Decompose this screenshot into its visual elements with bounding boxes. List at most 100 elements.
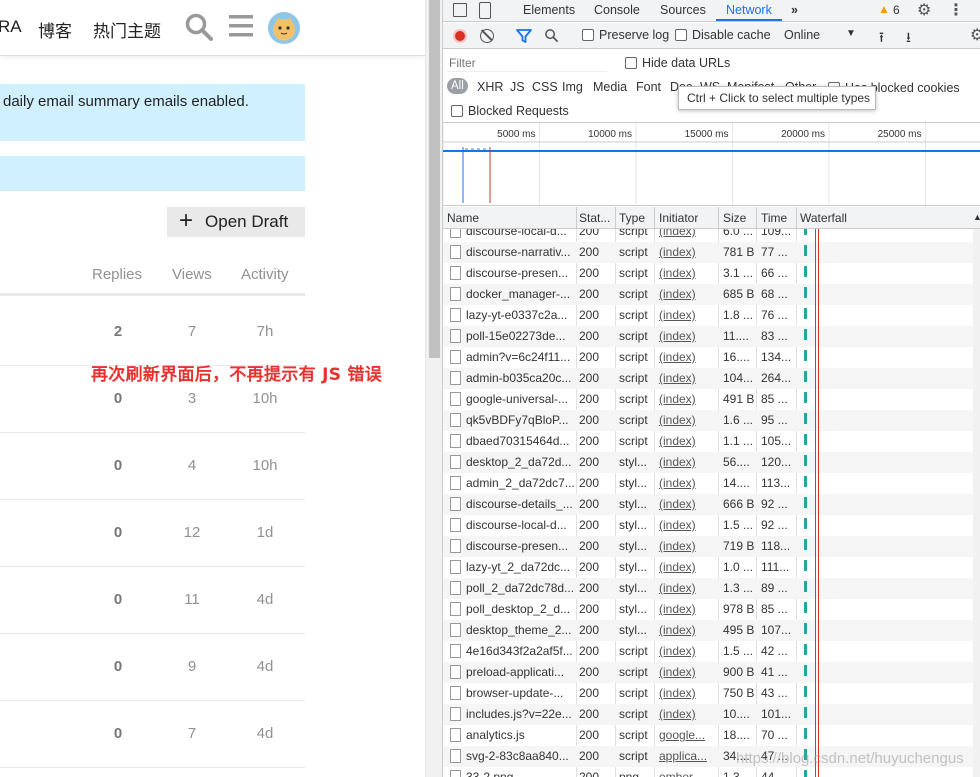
checkbox-box[interactable] (625, 57, 637, 69)
topic-activity-time[interactable]: 4d (245, 725, 285, 742)
more-options-icon[interactable]: ⋮ (948, 0, 964, 20)
request-row[interactable]: lazy-yt_2_da72dc... 200 styl... (index) 1.0 … (443, 557, 980, 578)
request-row[interactable]: 33-2.png 200 png ember 1.3 ... 44 ... (443, 767, 980, 777)
type-filter-media[interactable]: Media (593, 80, 627, 94)
chevron-down-icon[interactable]: ▼ (846, 28, 856, 39)
column-divider[interactable] (718, 207, 719, 229)
request-row[interactable]: desktop_theme_2... 200 styl... (index) 495 B… (443, 620, 980, 641)
request-initiator[interactable]: applica... (659, 749, 717, 763)
request-initiator[interactable]: (index) (659, 581, 717, 595)
request-initiator[interactable]: (index) (659, 287, 717, 301)
request-row[interactable]: admin_2_da72dc7... 200 styl... (index) 14...… (443, 473, 980, 494)
tab-network[interactable]: Network (726, 3, 772, 17)
device-toolbar-icon[interactable] (479, 2, 491, 19)
page-scrollbar[interactable] (425, 0, 442, 777)
request-row[interactable]: discourse-local-d... 200 script (index) 6.0 … (443, 229, 980, 242)
request-row[interactable]: poll_desktop_2_d... 200 styl... (index) 978 … (443, 599, 980, 620)
request-row[interactable]: discourse-narrativ... 200 script (index) 781… (443, 242, 980, 263)
request-row[interactable]: browser-update-... 200 script (index) 750 B 4… (443, 683, 980, 704)
nav-link-hot-topics[interactable]: 热门主题 (93, 17, 161, 42)
checkbox-box[interactable] (582, 29, 594, 41)
export-har-icon[interactable]: ⭳ (906, 27, 911, 51)
topic-activity-time[interactable]: 4d (245, 591, 285, 608)
request-table-scrollbar[interactable] (973, 229, 980, 777)
type-filter-img[interactable]: Img (562, 80, 583, 94)
request-initiator[interactable]: (index) (659, 539, 717, 553)
request-initiator[interactable]: google... (659, 728, 717, 742)
request-initiator[interactable]: (index) (659, 476, 717, 490)
request-initiator[interactable]: (index) (659, 350, 717, 364)
request-row[interactable]: lazy-yt-e0337c2a... 200 script (index) 1.8 .… (443, 305, 980, 326)
request-row[interactable]: discourse-local-d... 200 styl... (index) 1.5… (443, 515, 980, 536)
tab-elements[interactable]: Elements (523, 3, 575, 17)
more-tabs-button[interactable]: » (791, 3, 798, 17)
request-initiator[interactable]: (index) (659, 266, 717, 280)
request-row[interactable]: docker_manager-... 200 script (index) 685 B 6… (443, 284, 980, 305)
request-initiator[interactable]: (index) (659, 308, 717, 322)
column-header-activity[interactable]: Activity (241, 266, 289, 283)
column-divider[interactable] (654, 207, 655, 229)
request-row[interactable]: discourse-presen... 200 styl... (index) 719 … (443, 536, 980, 557)
topic-row[interactable]: 2 7 7h (0, 299, 305, 366)
column-header-replies[interactable]: Replies (92, 266, 142, 283)
column-divider[interactable] (615, 207, 616, 229)
header-type[interactable]: Type (619, 211, 645, 225)
request-row[interactable]: includes.js?v=22e... 200 script (index) 10..… (443, 704, 980, 725)
request-initiator[interactable]: (index) (659, 665, 717, 679)
header-waterfall[interactable]: Waterfall (800, 211, 847, 225)
filter-funnel-icon[interactable] (516, 28, 532, 44)
open-draft-button[interactable]: + Open Draft (167, 207, 305, 237)
request-initiator[interactable]: (index) (659, 707, 717, 721)
settings-gear-icon[interactable]: ⚙ (917, 0, 931, 20)
header-status[interactable]: Stat... (579, 211, 613, 225)
request-initiator[interactable]: (index) (659, 434, 717, 448)
clear-icon[interactable] (480, 29, 494, 43)
request-row[interactable]: discourse-details_... 200 styl... (index) 66… (443, 494, 980, 515)
header-time[interactable]: Time (761, 211, 787, 225)
page-scrollbar-thumb[interactable] (429, 0, 440, 358)
search-icon[interactable] (184, 12, 214, 42)
network-overview-timeline[interactable]: 5000 ms 10000 ms 15000 ms 20000 ms 25000 ms (443, 122, 980, 207)
type-filter-font[interactable]: Font (636, 80, 661, 94)
request-row[interactable]: desktop_2_da72d... 200 styl... (index) 56...… (443, 452, 980, 473)
request-initiator[interactable]: (index) (659, 686, 717, 700)
disable-cache-checkbox[interactable]: Disable cache (675, 28, 771, 42)
request-initiator[interactable]: (index) (659, 371, 717, 385)
column-divider[interactable] (756, 207, 757, 229)
type-filter-all[interactable]: All (447, 78, 468, 94)
topic-activity-time[interactable]: 4d (245, 658, 285, 675)
nav-link-blog[interactable]: 博客 (38, 17, 72, 42)
column-divider[interactable] (796, 207, 797, 229)
topic-row[interactable]: 0 11 4d (0, 567, 305, 634)
request-row[interactable]: analytics.js 200 script google... 18.... 70 .… (443, 725, 980, 746)
type-filter-css[interactable]: CSS (532, 80, 558, 94)
filter-input[interactable] (447, 54, 607, 72)
checkbox-box[interactable] (675, 29, 687, 41)
topic-activity-time[interactable]: 7h (245, 323, 285, 340)
request-row[interactable]: admin-b035ca20c... 200 script (index) 104...… (443, 368, 980, 389)
request-initiator[interactable]: (index) (659, 518, 717, 532)
preserve-log-checkbox[interactable]: Preserve log (582, 28, 669, 42)
column-divider[interactable] (576, 207, 577, 229)
request-initiator[interactable]: (index) (659, 413, 717, 427)
topic-activity-time[interactable]: 1d (245, 524, 285, 541)
request-initiator[interactable]: (index) (659, 644, 717, 658)
tab-sources[interactable]: Sources (660, 3, 706, 17)
type-filter-js[interactable]: JS (510, 80, 525, 94)
topic-activity-time[interactable]: 10h (245, 457, 285, 474)
header-initiator[interactable]: Initiator (659, 211, 698, 225)
throttling-select[interactable]: Online (784, 28, 820, 42)
warning-count[interactable]: 6 (893, 3, 900, 17)
topic-row[interactable]: 0 9 4d (0, 634, 305, 701)
request-initiator[interactable]: (index) (659, 560, 717, 574)
warning-icon[interactable]: ▲ (878, 2, 890, 16)
request-row[interactable]: qk5vBDFy7qBloP... 200 script (index) 1.6 ...… (443, 410, 980, 431)
hamburger-menu-icon[interactable] (229, 14, 253, 38)
import-har-icon[interactable]: ⭱ (879, 27, 884, 51)
request-initiator[interactable]: (index) (659, 329, 717, 343)
column-header-views[interactable]: Views (172, 266, 212, 283)
request-row[interactable]: dbaed70315464d... 200 script (index) 1.1 ...… (443, 431, 980, 452)
network-settings-gear-icon[interactable]: ⚙ (970, 25, 980, 45)
request-initiator[interactable]: (index) (659, 245, 717, 259)
request-row[interactable]: discourse-presen... 200 script (index) 3.1 .… (443, 263, 980, 284)
